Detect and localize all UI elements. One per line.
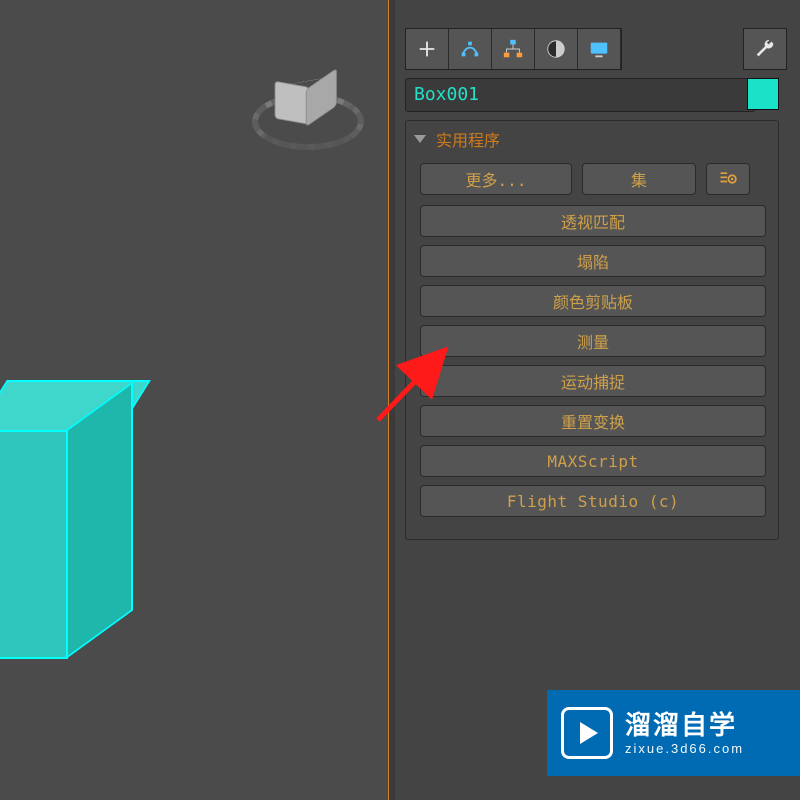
- tab-modify[interactable]: [449, 29, 492, 69]
- reset-xform-button[interactable]: 重置变换: [420, 405, 766, 437]
- rollout-title: 实用程序: [436, 127, 500, 151]
- rollout-header[interactable]: 实用程序: [406, 121, 778, 157]
- tab-hierarchy[interactable]: [492, 29, 535, 69]
- watermark-title: 溜溜自学: [625, 709, 744, 742]
- list-gear-icon: [718, 169, 738, 189]
- hierarchy-icon: [502, 38, 524, 60]
- utilities-rollout: 实用程序 更多... 集 透视匹配 塌陷 颜色剪贴板 测量 运动捕捉 重置变换: [405, 120, 779, 540]
- box-object[interactable]: [0, 380, 160, 660]
- object-name-field[interactable]: Box001: [405, 78, 755, 112]
- play-logo-icon: [561, 707, 613, 759]
- plus-icon: [416, 38, 438, 60]
- configure-button[interactable]: [706, 163, 750, 195]
- perspective-match-button[interactable]: 透视匹配: [420, 205, 766, 237]
- viewcube[interactable]: [252, 55, 362, 165]
- panel-tabs: [405, 28, 622, 70]
- tab-utilities[interactable]: [743, 28, 787, 70]
- modify-icon: [459, 38, 481, 60]
- motion-icon: [545, 38, 567, 60]
- display-icon: [588, 38, 610, 60]
- motion-capture-button[interactable]: 运动捕捉: [420, 365, 766, 397]
- collapse-button[interactable]: 塌陷: [420, 245, 766, 277]
- collapse-icon: [414, 135, 426, 143]
- tab-create[interactable]: [406, 29, 449, 69]
- watermark: 溜溜自学 zixue.3d66.com: [547, 690, 800, 776]
- more-button[interactable]: 更多...: [420, 163, 572, 195]
- sets-button[interactable]: 集: [582, 163, 696, 195]
- object-color-swatch[interactable]: [747, 78, 779, 110]
- maxscript-button[interactable]: MAXScript: [420, 445, 766, 477]
- color-clipboard-button[interactable]: 颜色剪贴板: [420, 285, 766, 317]
- tab-motion[interactable]: [535, 29, 578, 69]
- watermark-url: zixue.3d66.com: [625, 741, 744, 757]
- command-panel: Box001 实用程序 更多... 集 透视匹配 塌陷 颜色剪贴板: [395, 0, 800, 800]
- wrench-icon: [754, 38, 776, 60]
- measure-button[interactable]: 测量: [420, 325, 766, 357]
- tab-display[interactable]: [578, 29, 621, 69]
- flight-studio-button[interactable]: Flight Studio (c): [420, 485, 766, 517]
- viewport[interactable]: [0, 0, 388, 800]
